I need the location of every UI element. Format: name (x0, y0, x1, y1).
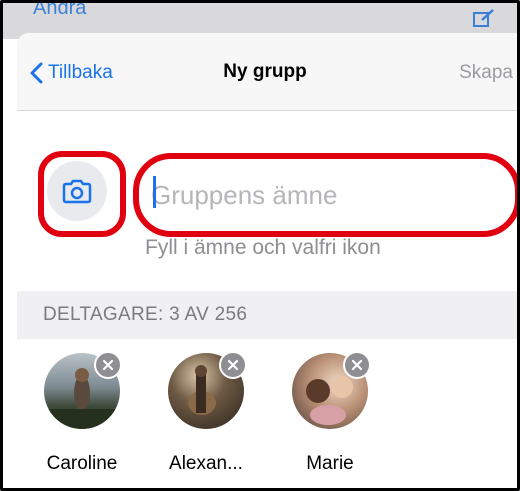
remove-participant-button[interactable] (94, 351, 122, 379)
navigation-bar: Tillbaka Ny grupp Skapa (17, 33, 517, 111)
compose-icon (473, 9, 494, 27)
remove-participant-button[interactable] (343, 351, 371, 379)
screen: Ändra Tillbaka Ny grupp Skapa Gruppens ä… (0, 0, 520, 491)
group-subject-input[interactable] (151, 172, 507, 218)
page-title: Ny grupp (223, 61, 307, 82)
subject-hint: Fyll i ämne och valfri ikon (145, 236, 381, 259)
create-button[interactable]: Skapa (459, 62, 513, 84)
group-photo-button[interactable] (47, 161, 107, 221)
participants-list: Caroline Alexan... Marie (17, 343, 517, 475)
camera-icon (62, 179, 92, 204)
subject-highlight-ring (133, 153, 517, 237)
new-group-sheet: Tillbaka Ny grupp Skapa Fyll i ämne och … (17, 33, 517, 488)
remove-participant-button[interactable] (219, 351, 247, 379)
participant-item[interactable]: Alexan... (151, 351, 261, 475)
close-icon (351, 359, 363, 371)
participant-item[interactable]: Marie (275, 351, 385, 475)
participant-name: Marie (306, 453, 354, 474)
participant-item[interactable]: Caroline (27, 351, 137, 475)
participant-name: Alexan... (169, 453, 243, 474)
background-edit-link: Ändra (33, 0, 87, 19)
participants-header: DELTAGARE: 3 AV 256 (17, 291, 517, 339)
text-cursor (153, 176, 156, 208)
close-icon (102, 359, 114, 371)
participant-name: Caroline (46, 453, 118, 474)
close-icon (227, 359, 239, 371)
